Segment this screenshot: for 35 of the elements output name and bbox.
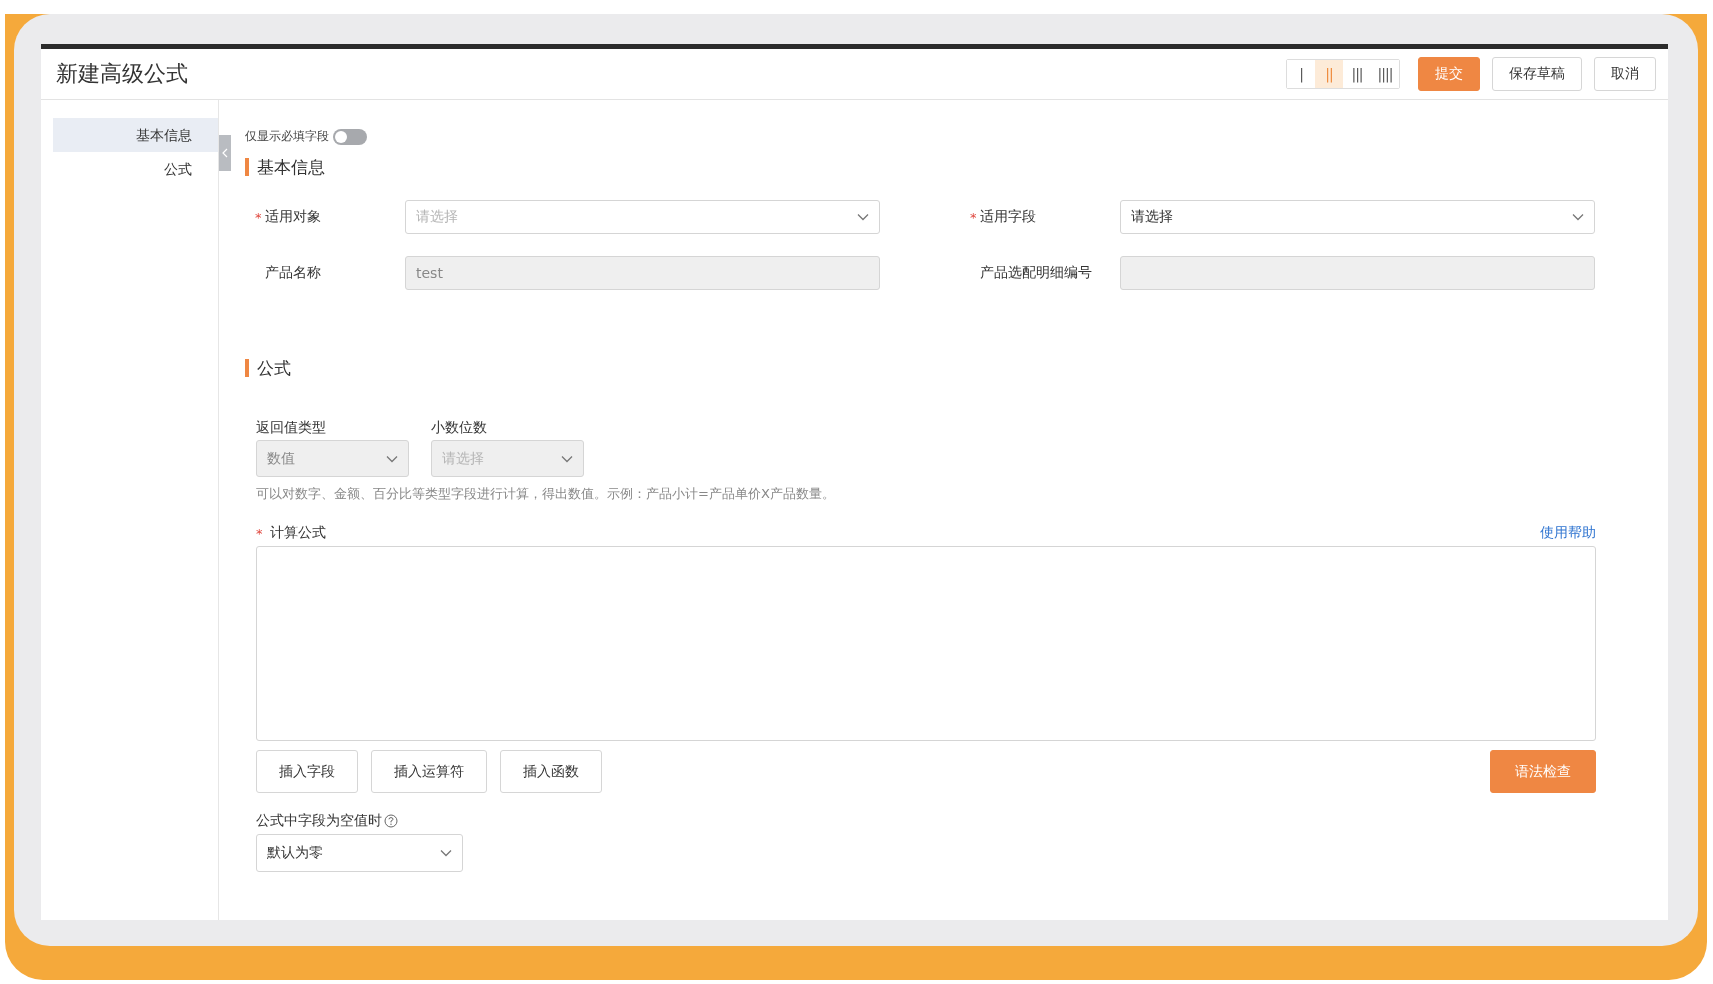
chevron-down-icon	[857, 213, 869, 221]
chevron-down-icon	[1572, 213, 1584, 221]
toggle-switch[interactable]	[333, 128, 367, 145]
help-link[interactable]: 使用帮助	[1540, 524, 1596, 542]
field-label: 公式中字段为空值时	[256, 812, 382, 830]
field-label: 适用字段	[980, 208, 1036, 226]
field-label: 适用对象	[265, 208, 321, 226]
header-button[interactable]: 取消	[1594, 57, 1656, 91]
select-field[interactable]: 默认为零	[256, 834, 463, 872]
field-label: 计算公式	[270, 524, 326, 542]
insert-button[interactable]: 插入字段	[256, 750, 358, 793]
section-title: 公式	[245, 359, 1596, 377]
toggle-label: 仅显示必填字段	[245, 128, 329, 145]
formula-input[interactable]	[256, 546, 1596, 741]
window-title: 新建高级公式	[56, 60, 188, 88]
sidebar-item[interactable]: 公式	[53, 152, 218, 186]
insert-button[interactable]: 插入函数	[500, 750, 602, 793]
chevron-down-icon	[440, 849, 452, 857]
field-label: 产品选配明细编号	[980, 264, 1092, 282]
help-icon[interactable]	[384, 814, 398, 828]
required-mark: *	[970, 209, 978, 225]
chevron-down-icon	[561, 454, 573, 463]
field-label: 返回值类型	[256, 419, 327, 437]
collapse-handle[interactable]	[219, 135, 231, 171]
field-label: 小数位数	[431, 419, 488, 437]
insert-button[interactable]: 插入运算符	[371, 750, 487, 793]
header-button[interactable]: 保存草稿	[1492, 57, 1582, 91]
select-field[interactable]: 请选择	[1120, 200, 1595, 234]
section-title: 基本信息	[245, 158, 1596, 176]
chevron-down-icon	[386, 454, 398, 463]
required-mark: *	[256, 525, 264, 541]
required-mark: *	[255, 209, 263, 225]
hint-text: 可以对数字、金额、百分比等类型字段进行计算，得出数值。示例：产品小计=产品单价X产品数量。	[255, 485, 836, 503]
sidebar-item[interactable]: 基本信息	[53, 118, 218, 152]
field-label: 产品名称	[265, 264, 321, 282]
